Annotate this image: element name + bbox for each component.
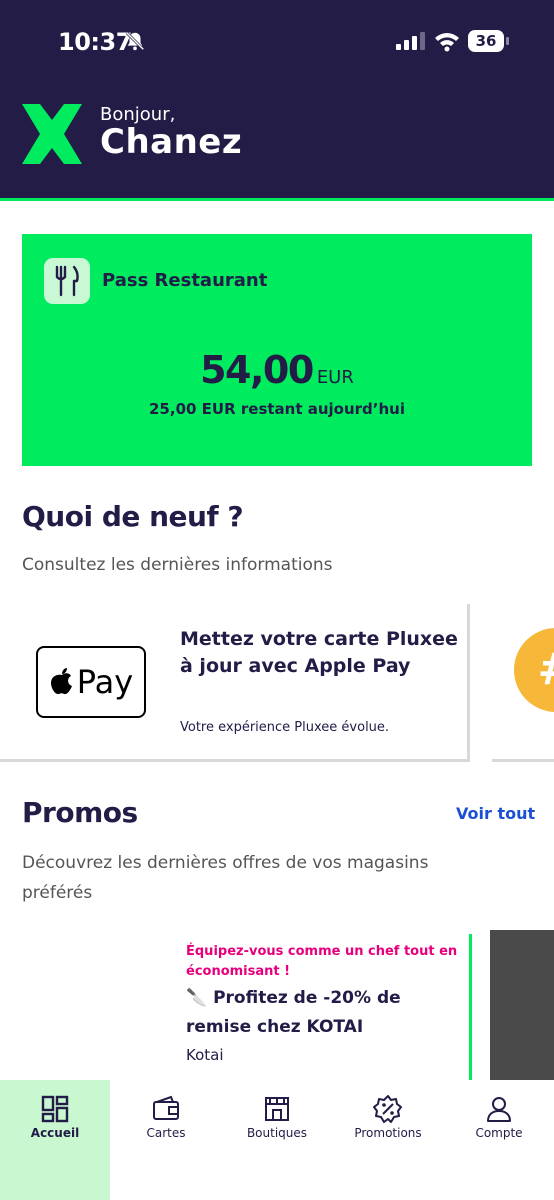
tab-label: Promotions [354, 1126, 422, 1140]
wallet-icon [153, 1095, 179, 1120]
signal-icon [396, 32, 425, 50]
news-section-title: Quoi de neuf ? [22, 500, 244, 533]
discount-badge-icon [373, 1095, 402, 1123]
news-section-subtitle: Consultez les dernières informations [22, 555, 333, 575]
status-bar: 10:37 36 [0, 0, 554, 80]
see-all-promos-link[interactable]: Voir tout [456, 804, 535, 823]
home-grid-icon [41, 1095, 69, 1123]
pass-balance: 54,00 EUR [22, 348, 532, 392]
news-card-apple-pay[interactable]: Pay Mettez votre carte Pluxee à jour ave… [0, 604, 470, 762]
apple-logo-icon [50, 668, 72, 695]
battery-tip [506, 37, 509, 45]
promo-title: 🔪 Profitez de -20% de remise chez KOTAI [186, 988, 401, 1037]
cutlery-icon [44, 258, 90, 304]
pass-name: Pass Restaurant [102, 270, 268, 291]
battery-icon: 36 [468, 30, 510, 52]
pass-amount: 54,00 [200, 348, 314, 392]
tab-compte[interactable]: Compte [444, 1080, 554, 1200]
pass-restaurant-card[interactable]: Pass Restaurant 54,00 EUR 25,00 EUR resta… [22, 234, 532, 466]
coin-icon: # [514, 628, 554, 712]
apple-pay-badge: Pay [36, 646, 146, 718]
header-divider [0, 198, 554, 201]
promo-merchant: Kotai [186, 1046, 224, 1064]
tab-label: Accueil [30, 1126, 80, 1140]
tab-boutiques[interactable]: Boutiques [222, 1080, 332, 1200]
pluxee-logo-icon [22, 104, 82, 164]
tab-label: Compte [475, 1126, 523, 1140]
bottom-tab-bar: Accueil Cartes Boutiques Promotions Comp… [0, 1080, 554, 1200]
tab-label: Cartes [146, 1126, 186, 1140]
app-header: 10:37 36 Bonjour, Chanez [0, 0, 554, 198]
pass-remaining-today: 25,00 EUR restant aujourd’hui [149, 400, 405, 418]
battery-level: 36 [468, 30, 504, 52]
wifi-icon [435, 33, 459, 52]
promo-card-kotai[interactable]: Équipez-vous comme un chef tout en écono… [0, 934, 472, 1082]
promo-tagline: Équipez-vous comme un chef tout en écono… [186, 944, 458, 979]
tab-cartes[interactable]: Cartes [111, 1080, 221, 1200]
pass-currency: EUR [316, 367, 354, 388]
news-card-title: Mettez votre carte Pluxee à jour avec Ap… [180, 628, 458, 677]
promos-section-title: Promos [22, 796, 138, 829]
tab-label: Boutiques [246, 1126, 308, 1140]
apple-pay-label: Pay [76, 663, 134, 701]
promo-card-next[interactable] [490, 930, 554, 1082]
status-time: 10:37 [58, 28, 132, 56]
bell-muted-icon [125, 31, 145, 51]
tab-accueil[interactable]: Accueil [0, 1080, 110, 1200]
store-icon [265, 1097, 289, 1121]
tab-promotions[interactable]: Promotions [333, 1080, 443, 1200]
user-icon [487, 1097, 511, 1122]
news-card-next[interactable]: # [492, 604, 554, 762]
news-card-description: Votre expérience Pluxee évolue. [180, 720, 390, 735]
username-text: Chanez [100, 122, 243, 162]
promos-section-subtitle: Découvrez les dernières offres de vos ma… [22, 853, 429, 903]
